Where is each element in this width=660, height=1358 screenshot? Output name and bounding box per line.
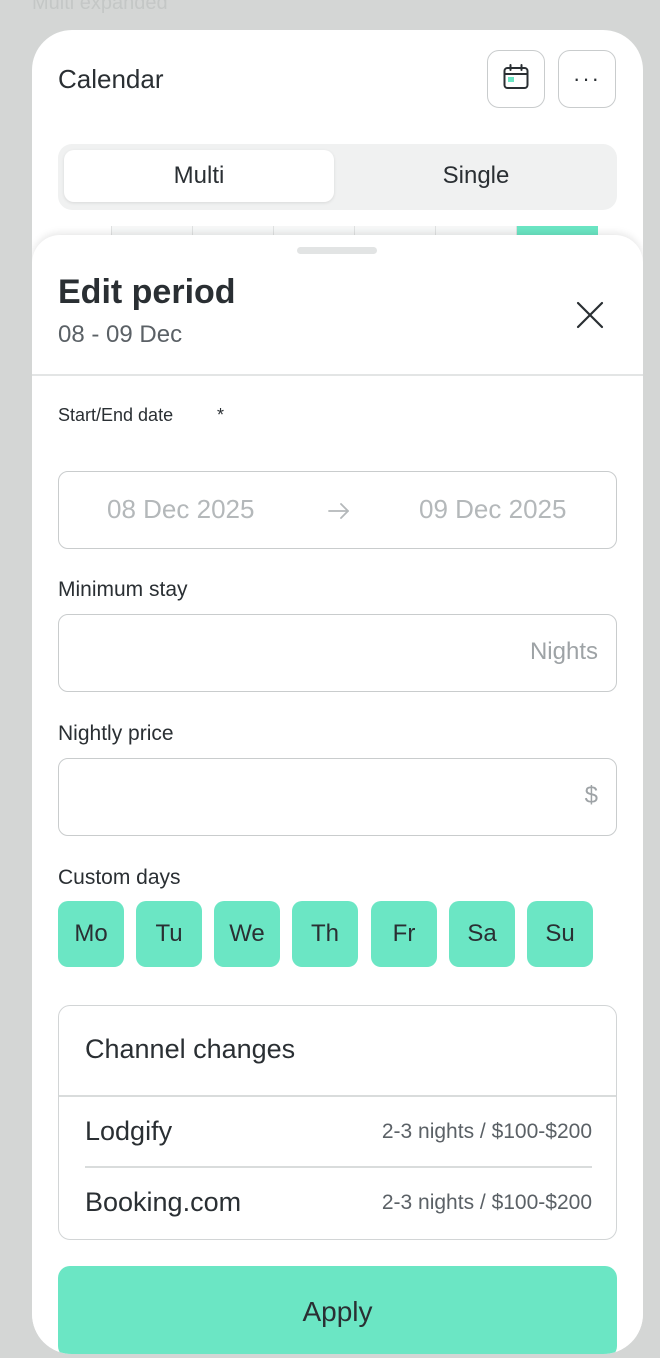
day-chip-su[interactable]: Su	[527, 901, 593, 967]
sheet-title: Edit period	[58, 273, 236, 311]
phone-screen: Calendar ··· Multi Single Edit period 08…	[32, 30, 643, 1354]
calendar-button[interactable]	[487, 50, 545, 108]
currency-suffix: $	[584, 782, 598, 809]
top-header: Calendar ···	[32, 30, 643, 130]
sheet-grabber[interactable]	[297, 247, 377, 254]
channel-detail: 2-3 nights / $100-$200	[381, 1191, 592, 1214]
day-chip-we[interactable]: We	[214, 901, 280, 967]
more-horizontal-icon: ···	[573, 66, 601, 91]
day-chip-th[interactable]: Th	[292, 901, 358, 967]
close-icon	[575, 300, 605, 335]
channel-detail: 2-3 nights / $100-$200	[381, 1120, 592, 1143]
frame-label: Multi expanded	[32, 0, 168, 14]
divider	[59, 1095, 616, 1097]
channel-changes-title: Channel changes	[85, 1034, 296, 1064]
required-mark: *	[217, 405, 225, 425]
channel-changes-panel: Channel changes Lodgify 2-3 nights / $10…	[58, 1005, 617, 1240]
end-date-input[interactable]: 09 Dec 2025	[419, 494, 566, 525]
start-date-input[interactable]: 08 Dec 2025	[107, 494, 254, 525]
apply-button[interactable]: Apply	[58, 1266, 617, 1354]
channel-name: Lodgify	[85, 1116, 173, 1146]
custom-days-label: Custom days	[58, 866, 181, 889]
minimum-stay-label: Minimum stay	[58, 578, 188, 601]
nightly-price-label: Nightly price	[58, 722, 174, 745]
channel-name: Booking.com	[85, 1187, 242, 1217]
divider	[32, 374, 643, 376]
start-end-label: Start/End date	[58, 405, 174, 425]
close-button[interactable]	[570, 297, 610, 337]
sheet-subtitle: 08 - 09 Dec	[58, 321, 183, 348]
day-chip-fr[interactable]: Fr	[371, 901, 437, 967]
nightly-price-input[interactable]: $	[58, 758, 617, 836]
arrow-right-icon	[327, 496, 351, 526]
day-chip-mo[interactable]: Mo	[58, 901, 124, 967]
day-chip-tu[interactable]: Tu	[136, 901, 202, 967]
toggle-single[interactable]: Single	[341, 150, 611, 202]
date-range-field[interactable]: 08 Dec 2025 09 Dec 2025	[58, 471, 617, 549]
calendar-icon	[502, 63, 530, 96]
edit-period-sheet: Edit period 08 - 09 Dec Start/End date *…	[32, 235, 643, 1354]
page-title: Calendar	[58, 64, 164, 94]
nights-suffix: Nights	[529, 638, 598, 665]
more-options-button[interactable]: ···	[558, 50, 616, 108]
day-chip-sa[interactable]: Sa	[449, 901, 515, 967]
toggle-multi[interactable]: Multi	[64, 150, 334, 202]
view-toggle: Multi Single	[58, 144, 617, 210]
divider	[85, 1166, 592, 1168]
minimum-stay-input[interactable]: Nights	[58, 614, 617, 692]
channel-row-booking: Booking.com 2-3 nights / $100-$200	[85, 1187, 592, 1247]
custom-days-row: Mo Tu We Th Fr Sa Su	[58, 901, 618, 967]
